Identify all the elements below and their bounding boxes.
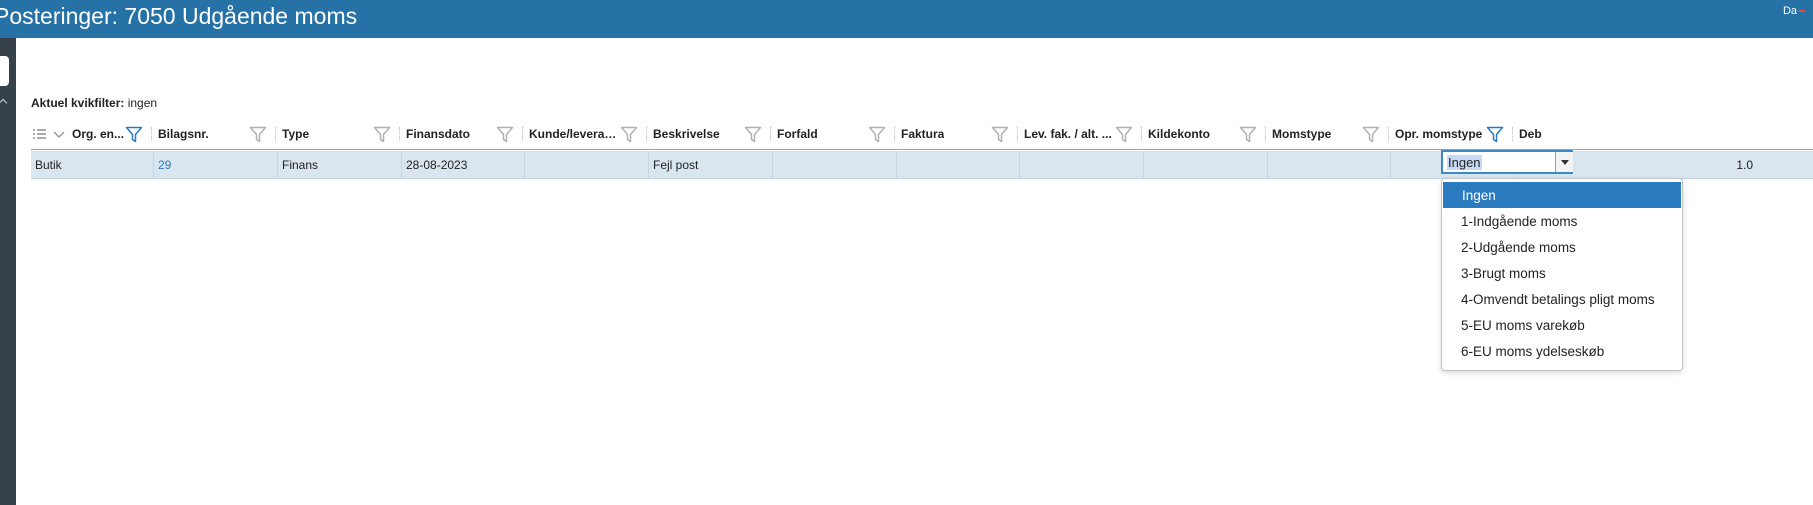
page-title: Posteringer: 7050 Udgående moms	[0, 3, 358, 29]
column-header[interactable]: Beskrivelse	[649, 118, 773, 150]
momstype-input[interactable]: Ingen	[1441, 150, 1573, 174]
filter-icon[interactable]	[619, 125, 639, 143]
quickfilter-value: ingen	[127, 96, 158, 110]
column-header[interactable]: Faktura	[897, 118, 1020, 150]
dropdown-option[interactable]: 1-Indgående moms	[1442, 208, 1682, 234]
left-rail	[0, 38, 16, 505]
column-header-label: Kunde/leveran...	[529, 127, 619, 141]
column-separator[interactable]	[1141, 127, 1142, 141]
column-header[interactable]: Momstype	[1268, 118, 1391, 150]
table-cell	[897, 151, 1020, 179]
column-header-label: Finansdato	[406, 127, 471, 141]
column-header-label: Momstype	[1272, 127, 1332, 141]
momstype-input-value: Ingen	[1447, 154, 1482, 170]
language-selector[interactable]: Da	[1783, 5, 1805, 17]
quickfilter-label: Aktuel kvikfilter:	[31, 96, 125, 110]
chevron-up-icon[interactable]	[0, 98, 8, 108]
table-cell	[525, 151, 649, 179]
column-header[interactable]: Lev. fak. / alt. ...	[1020, 118, 1144, 150]
table-cell: Fejl post	[649, 151, 773, 179]
bilagsnr-link[interactable]: 29	[154, 151, 278, 179]
filter-icon[interactable]	[248, 125, 268, 143]
column-header[interactable]: Deb	[1515, 118, 1813, 150]
column-header-label: Kildekonto	[1148, 127, 1210, 141]
column-header-label: Faktura	[901, 127, 945, 141]
filter-icon[interactable]	[1238, 125, 1258, 143]
table-cell: Finans	[278, 151, 402, 179]
filter-icon[interactable]	[1114, 125, 1134, 143]
filter-icon[interactable]	[124, 125, 144, 143]
filter-icon[interactable]	[990, 125, 1010, 143]
column-separator[interactable]	[151, 127, 152, 141]
column-separator[interactable]	[399, 127, 400, 141]
column-header[interactable]: Type	[278, 118, 402, 150]
column-separator[interactable]	[275, 127, 276, 141]
column-separator[interactable]	[894, 127, 895, 141]
rail-toggle-button[interactable]	[0, 56, 9, 86]
table-cell	[773, 151, 897, 179]
grid-header: Org. en... Bilagsnr. Type Finansdato Kunde/l…	[31, 118, 1813, 150]
chevron-down-icon[interactable]	[1555, 152, 1573, 172]
column-separator[interactable]	[1265, 127, 1266, 141]
table-cell	[1268, 151, 1391, 179]
dropdown-option[interactable]: 6-EU moms ydelseskøb	[1442, 338, 1682, 364]
chevron-down-icon[interactable]	[53, 128, 65, 140]
column-header-label: Type	[282, 127, 310, 141]
language-label: Da	[1782, 5, 1797, 17]
quickfilter-status: Aktuel kvikfilter: ingen	[31, 96, 157, 110]
filter-icon[interactable]	[495, 125, 515, 143]
table-cell: 28-08-2023	[402, 151, 525, 179]
dropdown-option[interactable]: Ingen	[1443, 182, 1681, 208]
table-cell: Butik	[31, 151, 154, 179]
column-header[interactable]: Kildekonto	[1144, 118, 1268, 150]
column-header-label: Beskrivelse	[653, 127, 720, 141]
column-header[interactable]: Org. en...	[31, 118, 154, 150]
column-separator[interactable]	[646, 127, 647, 141]
filter-icon[interactable]	[743, 125, 763, 143]
column-header-label: Opr. momstype	[1395, 127, 1483, 141]
title-bar: Posteringer: 7050 Udgående moms Da	[0, 0, 1813, 38]
dropdown-option[interactable]: 5-EU moms varekøb	[1442, 312, 1682, 338]
dropdown-option[interactable]: 2-Udgående moms	[1442, 234, 1682, 260]
column-separator[interactable]	[1388, 127, 1389, 141]
column-header[interactable]: Forfald	[773, 118, 897, 150]
column-header[interactable]: Bilagsnr.	[154, 118, 278, 150]
dropdown-option[interactable]: 4-Omvendt betalings pligt moms	[1442, 286, 1682, 312]
flag-icon	[1799, 10, 1805, 12]
filter-icon[interactable]	[1485, 125, 1505, 143]
column-separator[interactable]	[770, 127, 771, 141]
filter-icon[interactable]	[1361, 125, 1381, 143]
column-separator[interactable]	[522, 127, 523, 141]
column-header-label: Lev. fak. / alt. ...	[1024, 127, 1112, 141]
column-header-label: Org. en...	[72, 127, 124, 141]
table-cell	[1020, 151, 1144, 179]
column-header[interactable]: Opr. momstype	[1391, 118, 1515, 150]
list-menu-icon[interactable]	[33, 127, 47, 141]
column-header-label: Bilagsnr.	[158, 127, 209, 141]
momstype-dropdown: Ingen 1-Indgående moms 2-Udgående moms 3-Br…	[1441, 178, 1683, 371]
column-separator[interactable]	[1512, 127, 1513, 141]
table-cell	[1144, 151, 1268, 179]
filter-icon[interactable]	[867, 125, 887, 143]
column-header-label: Deb	[1519, 127, 1542, 141]
dropdown-option[interactable]: 3-Brugt moms	[1442, 260, 1682, 286]
filter-icon[interactable]	[372, 125, 392, 143]
column-header-label: Forfald	[777, 127, 818, 141]
column-header[interactable]: Kunde/leveran...	[525, 118, 649, 150]
column-separator[interactable]	[1017, 127, 1018, 141]
column-header[interactable]: Finansdato	[402, 118, 525, 150]
